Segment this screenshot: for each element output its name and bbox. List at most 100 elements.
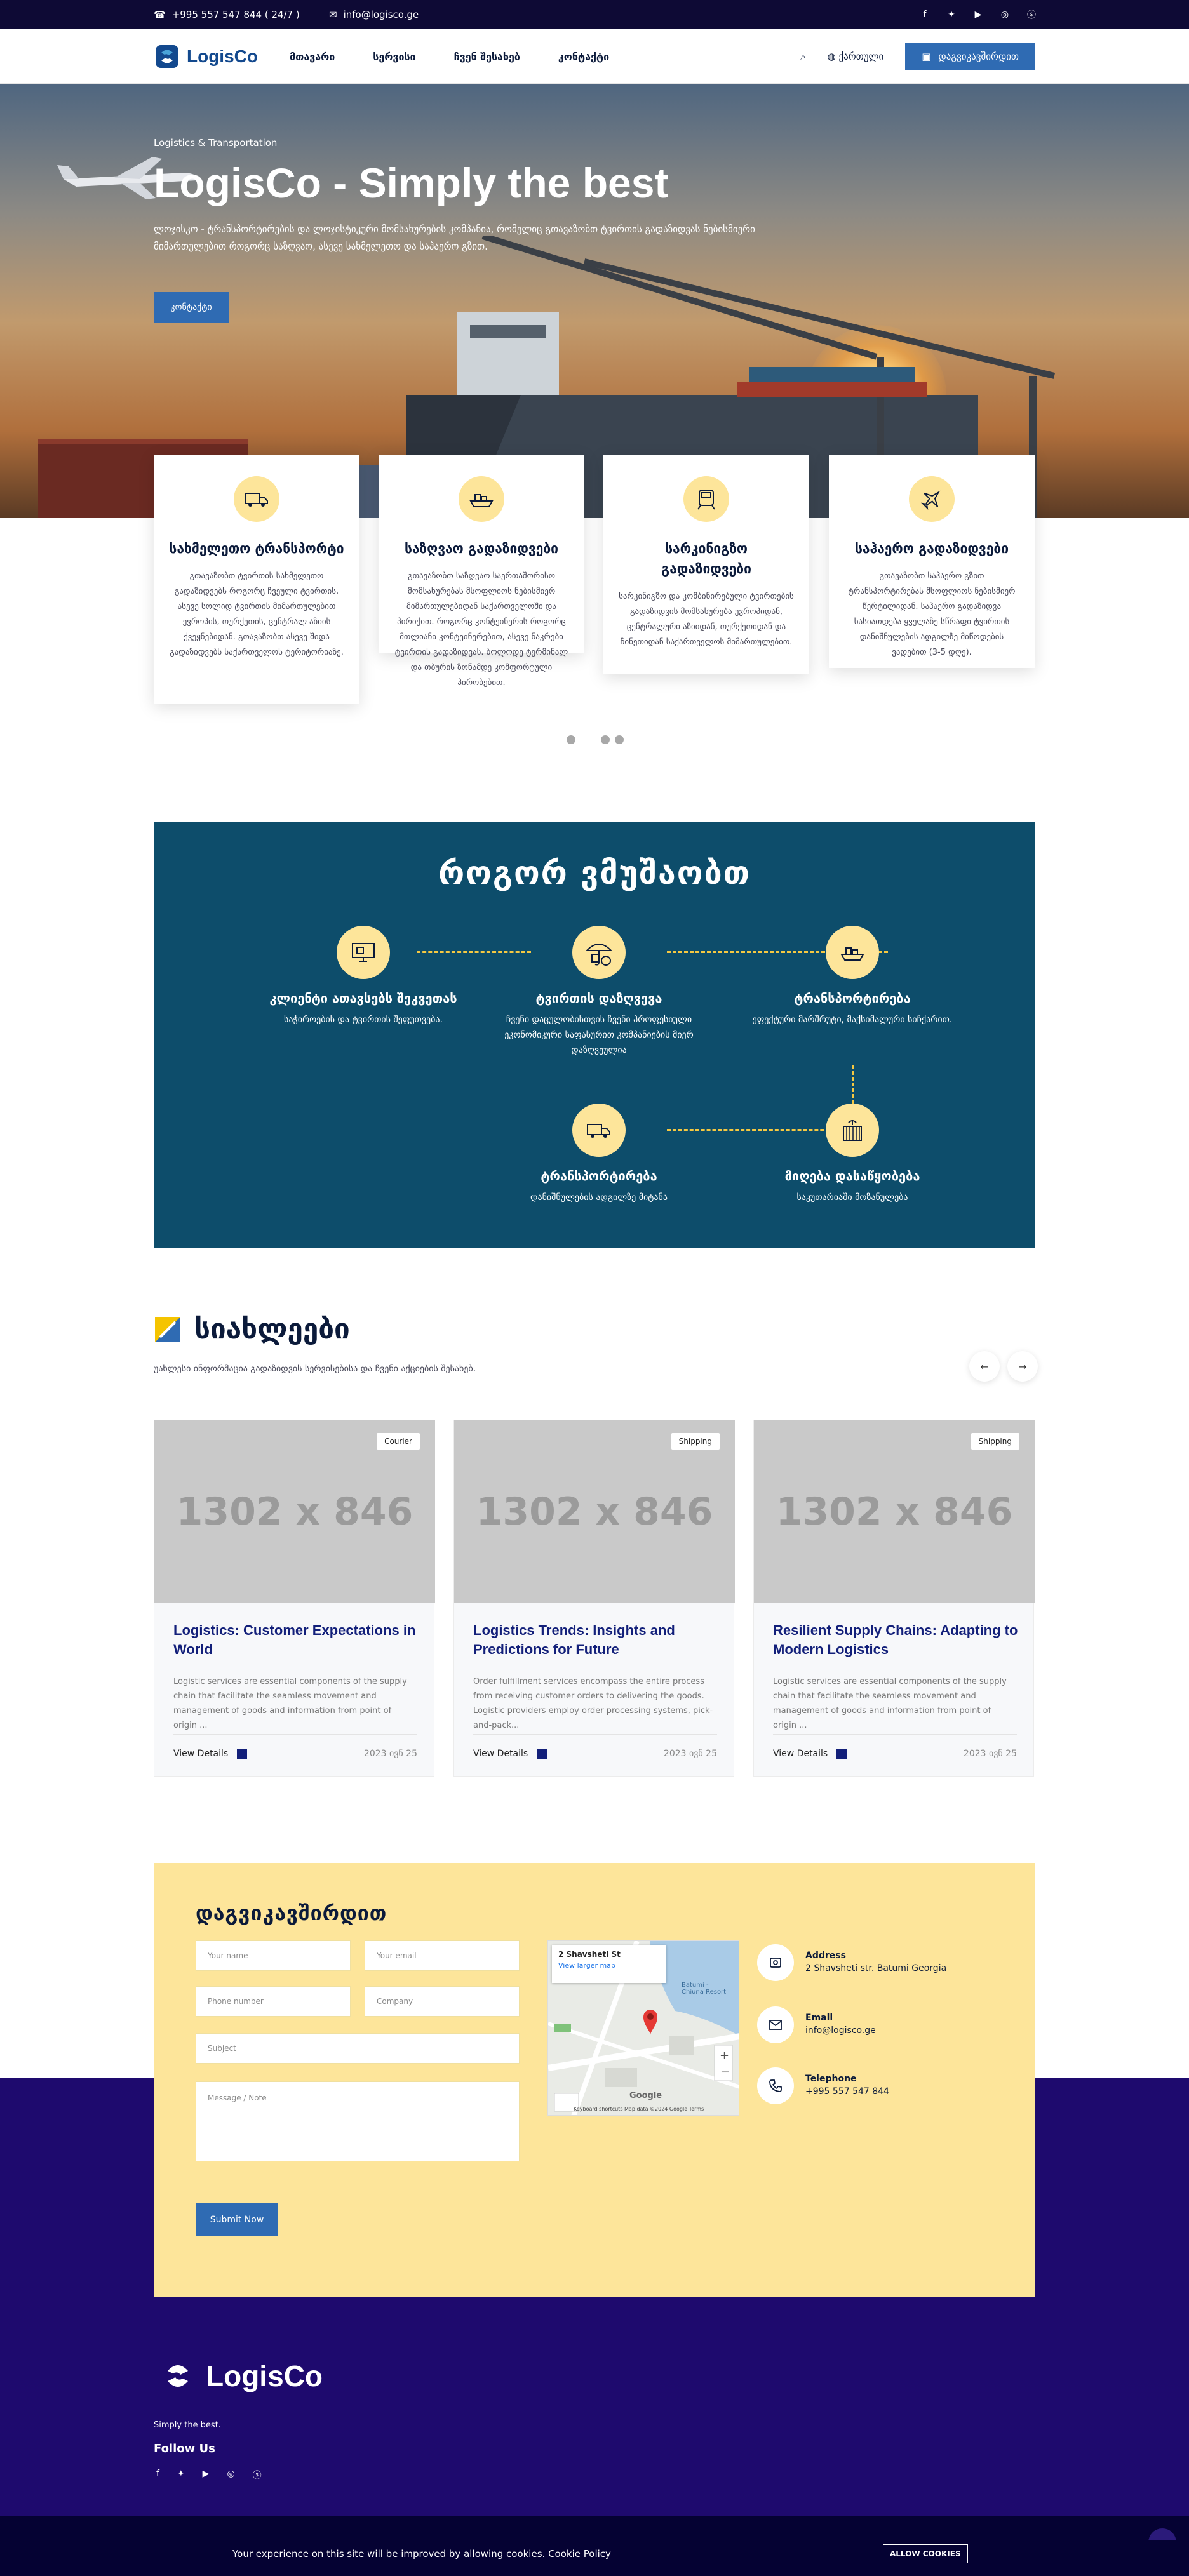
message-field[interactable]: Message / Note [196,2081,520,2161]
prev-arrow-button[interactable]: ← [969,1351,1000,1382]
allow-cookies-button[interactable]: ALLOW COOKIES [883,2544,968,2563]
service-text: გთავაზობთ ტვირთის სახმელეთო გადაზიდვებს … [170,571,344,657]
submit-button[interactable]: Submit Now [196,2203,278,2236]
news-card[interactable]: 1302 x 846 Shipping Logistics Trends: In… [453,1420,735,1777]
nav-contact[interactable]: კონტაქტი [558,51,609,63]
news-subtitle: უახლესი ინფორმაცია გადაზიდვის სერვისების… [154,1364,476,1374]
contact-button-label: დაგვიკავშირდით [938,51,1019,62]
map-label: Batumi - Chiuna Resort [682,1982,727,1996]
service-text: გთავაზობთ საჰაერო გზით ტრანსპორტირებას მ… [848,571,1016,657]
instagram-icon[interactable]: ◎ [1000,10,1010,20]
step-text: საკუთარიაში მოზანულება [796,1192,908,1203]
footer-tagline: Simply the best. [154,2420,221,2430]
mail-icon: ✉ [329,9,337,20]
news-tag[interactable]: Shipping [671,1433,720,1450]
carousel-dot[interactable] [601,735,610,744]
news-card-title[interactable]: Logistics Trends: Insights and Predictio… [473,1621,721,1659]
service-card-sea[interactable]: საზღვაო გადაზიდვები გთავაზობთ საზღვაო სა… [379,455,584,688]
company-field[interactable]: Company [365,1986,520,2017]
view-details-link[interactable]: View Details [473,1749,547,1759]
footer-logo[interactable]: LogisCo [159,2357,323,2395]
truck-icon [234,476,279,522]
hero-eyebrow: Logistics & Transportation [154,137,278,149]
contact-email: Email info@logisco.ge [757,2006,876,2043]
news-icon [155,1316,180,1342]
news-heading: სიახლეები [154,1313,350,1345]
warehouse-icon [826,1104,879,1157]
youtube-icon[interactable]: ▶ [973,10,983,20]
view-details-label: View Details [773,1749,828,1759]
service-card-air[interactable]: საჰაერო გადაზიდვები გთავაზობთ საჰაერო გზ… [829,455,1035,668]
carousel-dot[interactable] [567,735,575,744]
twitter-icon[interactable]: ✦ [946,10,957,20]
facebook-icon[interactable]: f [156,2469,159,2481]
contact-address: Address 2 Shavsheti str. Batumi Georgia [757,1944,946,1981]
name-field[interactable]: Your name [196,1940,351,1971]
news-tag[interactable]: Courier [377,1433,420,1450]
service-text: გთავაზობთ საზღვაო საერთაშორისო მომსახურე… [394,571,568,688]
news-card[interactable]: 1302 x 846 Courier Logistics: Customer E… [154,1420,435,1777]
news-date: 2023 ივნ 25 [663,1749,717,1759]
logo[interactable]: LogisCo [154,43,258,70]
step-text: დანიშნულების ადგილზე მიტანა [530,1192,668,1203]
service-card-land[interactable]: სახმელეთო ტრანსპორტი გთავაზობთ ტვირთის ს… [154,455,359,704]
youtube-icon[interactable]: ▶ [203,2469,210,2481]
news-card-text: Logistic services are essential componen… [173,1677,407,1730]
phone-info[interactable]: ☎ +995 557 547 844 ( 24/7 ) [154,0,300,29]
arrow-icon [237,1749,248,1759]
map-larger-link[interactable]: View larger map [558,1961,660,1970]
view-details-label: View Details [173,1749,229,1759]
skype-icon[interactable]: ⓢ [1026,8,1037,21]
contact-value[interactable]: info@logisco.ge [805,2025,876,2036]
news-card-footer: View Details 2023 ივნ 25 [173,1734,417,1759]
contact-label: Email [805,2013,833,2023]
instagram-icon[interactable]: ◎ [227,2469,234,2481]
hero-contact-button[interactable]: კონტაქტი [154,292,229,323]
next-arrow-button[interactable]: → [1007,1351,1038,1382]
step-title: ტვირთის დაზღვევა [535,991,662,1006]
language-label: ქართული [838,51,884,62]
arrow-icon [537,1749,547,1759]
google-logo: Google [629,2091,662,2100]
phone-field[interactable]: Phone number [196,1986,351,2017]
subject-field[interactable]: Subject [196,2033,520,2064]
news-date: 2023 ივნ 25 [363,1749,417,1759]
footer-logo-text: LogisCo [206,2359,323,2392]
view-details-link[interactable]: View Details [173,1749,248,1759]
facebook-icon[interactable]: f [920,10,930,20]
email-text: info@logisco.ge [343,9,419,20]
search-icon[interactable]: ⌕ [800,51,805,62]
social-links: f ✦ ▶ ◎ ⓢ [920,0,1037,29]
nav-services[interactable]: სერვისი [373,51,415,63]
nav-about[interactable]: ჩვენ შესახებ [454,51,520,63]
contact-button[interactable]: ▣ დაგვიკავშირდით [905,43,1035,70]
email-info[interactable]: ✉ info@logisco.ge [329,0,419,29]
truck-icon [572,1104,626,1157]
news-card-title[interactable]: Logistics: Customer Expectations in Worl… [173,1621,421,1659]
email-field[interactable]: Your email [365,1940,520,1971]
service-title: სახმელეთო ტრანსპორტი [169,541,344,556]
nav-home[interactable]: მთავარი [290,51,335,63]
insurance-icon [572,926,626,979]
cookie-banner: Your experience on this site will be imp… [0,2540,1189,2567]
map-embed[interactable]: + − 2 Shavsheti St View larger map Batum… [547,1940,739,2116]
map-footer: Keyboard shortcuts Map data ©2024 Google… [574,2106,704,2112]
news-card[interactable]: 1302 x 846 Shipping Resilient Supply Cha… [753,1420,1035,1777]
step-insurance: ტვირთის დაზღვევა ჩვენი დაცულობისთვის ჩვე… [494,926,704,1058]
contact-value[interactable]: +995 557 547 844 [805,2086,889,2097]
service-card-rail[interactable]: სარკინიგზო გადაზიდვები სარკინიგზო და კომ… [603,455,809,674]
language-switcher[interactable]: ◍ ქართული [828,51,884,62]
cookie-policy-link[interactable]: Cookie Policy [548,2548,611,2559]
news-tag[interactable]: Shipping [971,1433,1019,1450]
cookie-message: Your experience on this site will be imp… [232,2548,611,2559]
hero-title: LogisCo - Simply the best [154,159,669,206]
train-icon [683,476,729,522]
skype-icon[interactable]: ⓢ [253,2469,262,2481]
view-details-link[interactable]: View Details [773,1749,847,1759]
twitter-icon[interactable]: ✦ [177,2469,185,2481]
step-text: ჩვენი დაცულობისთვის ჩვენი პროფესიული ეკო… [504,1015,694,1055]
carousel-dot[interactable] [615,735,624,744]
service-text: სარკინიგზო და კომბინირებული ტვირთების გა… [619,592,794,647]
news-card-title[interactable]: Resilient Supply Chains: Adapting to Mod… [773,1621,1021,1659]
book-icon: ▣ [922,51,931,62]
